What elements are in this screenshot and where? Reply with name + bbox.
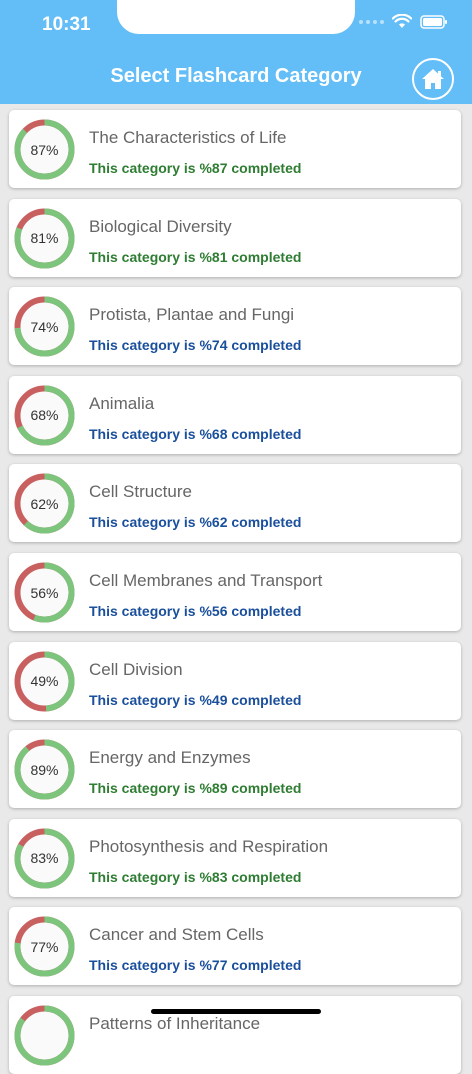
progress-percent: 68%	[30, 407, 59, 424]
category-progress-text: This category is %89 completed	[89, 780, 302, 797]
category-card[interactable]: 49% Cell Division This category is %49 com…	[9, 641, 461, 720]
category-progress-text: This category is %62 completed	[89, 514, 302, 531]
status-time: 10:31	[42, 14, 91, 35]
progress-percent: 83%	[30, 850, 59, 867]
progress-percent: 49%	[30, 673, 59, 690]
category-title: Cancer and Stem Cells	[89, 925, 264, 945]
category-card[interactable]: 87% The Characteristics of Life This categ…	[9, 110, 461, 188]
category-card[interactable]: 62% Cell Structure This category is %62 co…	[9, 464, 461, 543]
category-title: Protista, Plantae and Fungi	[89, 305, 295, 325]
wifi-icon	[392, 14, 412, 29]
home-indicator	[151, 1009, 321, 1014]
progress-percent	[14, 1005, 75, 1066]
category-card[interactable]: 83% Photosynthesis and Respiration This ca…	[9, 818, 461, 897]
category-title: The Characteristics of Life	[89, 128, 287, 147]
category-progress-text: This category is %74 completed	[89, 337, 302, 354]
status-icons	[359, 14, 448, 29]
category-title: Biological Diversity	[89, 216, 232, 236]
category-title: Animalia	[89, 393, 155, 413]
battery-icon	[420, 14, 448, 29]
category-progress-text: This category is %49 completed	[89, 691, 302, 708]
category-card[interactable]: 74% Protista, Plantae and Fungi This categ…	[9, 287, 461, 366]
progress-percent: 77%	[30, 938, 59, 955]
category-title: Photosynthesis and Respiration	[89, 836, 329, 856]
category-progress-text: This category is %87 completed	[89, 160, 302, 176]
category-card[interactable]: 68% Animalia This category is %68 complete…	[9, 375, 461, 454]
category-card[interactable]: 89% Energy and Enzymes This category is %8…	[9, 730, 461, 809]
category-card[interactable]: 77% Cancer and Stem Cells This category is…	[9, 907, 461, 986]
progress-percent: 87%	[30, 141, 59, 158]
signal-icon	[359, 19, 384, 24]
app-header: 10:31 Select Flashcard Category	[0, 0, 472, 104]
category-title: Cell Structure	[89, 482, 192, 502]
category-card[interactable]: 56% Cell Membranes and Transport This cate…	[9, 553, 461, 631]
category-title: Patterns of Inheritance	[89, 1014, 261, 1033]
page-title: Select Flashcard Category	[110, 65, 362, 87]
category-progress-text: This category is %77 completed	[89, 957, 302, 974]
progress-percent: 89%	[30, 761, 59, 778]
progress-percent: 56%	[30, 584, 59, 601]
category-progress-text: This category is %83 completed	[89, 868, 302, 885]
home-icon	[422, 69, 444, 89]
category-progress-text: This category is %68 completed	[89, 425, 302, 442]
progress-percent: 81%	[30, 230, 59, 247]
home-button[interactable]	[412, 58, 454, 100]
category-progress-text: This category is %56 completed	[89, 603, 302, 619]
category-title: Cell Membranes and Transport	[89, 571, 323, 590]
category-card[interactable]: 81% Biological Diversity This category is …	[9, 198, 461, 277]
device-notch	[117, 0, 355, 34]
category-title: Cell Division	[89, 659, 183, 679]
progress-percent: 62%	[30, 495, 59, 512]
category-title: Energy and Enzymes	[89, 748, 251, 768]
category-progress-text: This category is %81 completed	[89, 248, 302, 265]
category-card[interactable]: Patterns of Inheritance	[9, 996, 461, 1074]
progress-percent: 74%	[30, 318, 59, 335]
